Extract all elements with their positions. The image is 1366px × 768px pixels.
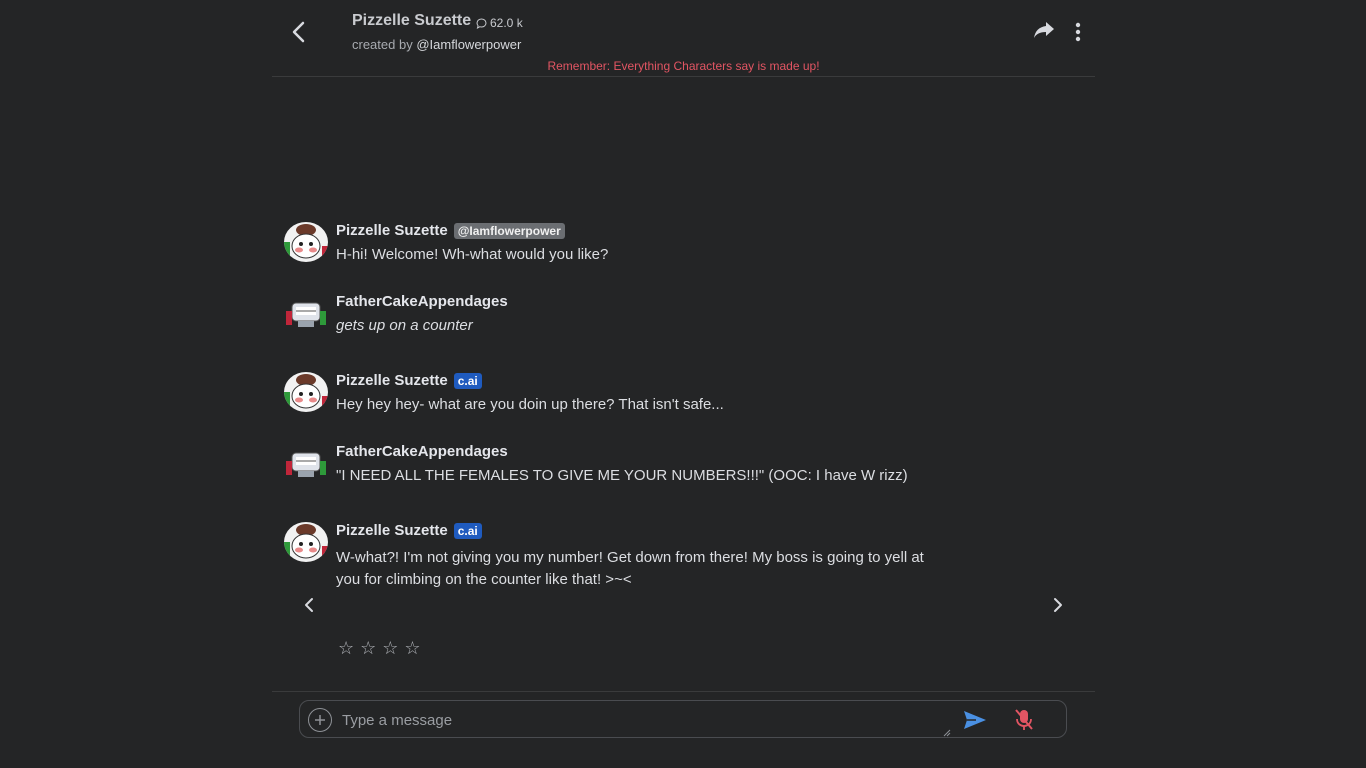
pizzelle-avatar-icon bbox=[284, 222, 328, 262]
message-author: Pizzelle Suzette c.ai bbox=[336, 372, 482, 389]
message-input[interactable] bbox=[342, 705, 948, 735]
message-text: Hey hey hey- what are you doin up there?… bbox=[336, 396, 724, 413]
author-name: FatherCakeAppendages bbox=[336, 443, 508, 460]
chat-message: Pizzelle Suzette @Iamflowerpower H-hi! W… bbox=[284, 222, 1044, 266]
message-text: W-what?! I'm not giving you my number! G… bbox=[336, 549, 924, 588]
user-avatar-icon bbox=[284, 293, 328, 333]
chevron-left-icon bbox=[305, 598, 313, 612]
author-name: Pizzelle Suzette bbox=[336, 522, 448, 539]
add-attachment-button[interactable] bbox=[308, 708, 332, 732]
chat-header: Pizzelle Suzette 62.0 k created by @Iamf… bbox=[272, 0, 1095, 77]
author-name: Pizzelle Suzette bbox=[336, 372, 448, 389]
message-text: gets up on a counter bbox=[336, 317, 473, 334]
chat-count: 62.0 k bbox=[476, 16, 523, 30]
back-button[interactable] bbox=[284, 18, 312, 46]
star-outline-icon[interactable]: ☆ bbox=[338, 637, 354, 659]
chat-message: Pizzelle Suzette c.ai W-what?! I'm not g… bbox=[284, 522, 1044, 592]
avatar-user[interactable] bbox=[284, 293, 328, 333]
character-name[interactable]: Pizzelle Suzette bbox=[352, 12, 471, 30]
star-outline-icon[interactable]: ☆ bbox=[404, 637, 420, 659]
user-avatar-icon bbox=[284, 443, 328, 483]
cai-badge: c.ai bbox=[453, 372, 482, 389]
more-vertical-icon bbox=[1075, 22, 1081, 42]
message-text: "I NEED ALL THE FEMALES TO GIVE ME YOUR … bbox=[336, 467, 908, 484]
chat-message: FatherCakeAppendages gets up on a counte… bbox=[284, 293, 1044, 337]
message-text: H-hi! Welcome! Wh-what would you like? bbox=[336, 246, 609, 263]
send-button[interactable] bbox=[962, 709, 988, 731]
avatar-pizzelle[interactable] bbox=[284, 222, 328, 262]
chat-page: Pizzelle Suzette 62.0 k created by @Iamf… bbox=[0, 0, 1366, 768]
share-button[interactable] bbox=[1033, 20, 1057, 44]
chat-bubble-icon bbox=[476, 17, 487, 29]
plus-circle-icon bbox=[315, 715, 325, 725]
chat-message: Pizzelle Suzette c.ai Hey hey hey- what … bbox=[284, 372, 1044, 416]
message-author: Pizzelle Suzette @Iamflowerpower bbox=[336, 222, 565, 239]
pizzelle-avatar-icon bbox=[284, 372, 328, 412]
divider bbox=[272, 691, 1095, 692]
back-arrow-icon bbox=[292, 21, 305, 43]
mute-mic-button[interactable] bbox=[1013, 708, 1035, 732]
star-outline-icon[interactable]: ☆ bbox=[360, 637, 376, 659]
disclaimer-warning: Remember: Everything Characters say is m… bbox=[547, 59, 820, 73]
chat-count-value: 62.0 k bbox=[490, 16, 523, 30]
previous-response-button[interactable] bbox=[298, 594, 320, 616]
creator-tag-badge: @Iamflowerpower bbox=[453, 222, 565, 239]
avatar-pizzelle[interactable] bbox=[284, 522, 328, 562]
message-author: FatherCakeAppendages bbox=[336, 443, 508, 460]
mic-off-icon bbox=[1015, 709, 1033, 730]
next-response-button[interactable] bbox=[1047, 594, 1069, 616]
pizzelle-avatar-icon bbox=[284, 522, 328, 562]
author-name: FatherCakeAppendages bbox=[336, 293, 508, 310]
message-author: Pizzelle Suzette c.ai bbox=[336, 522, 482, 539]
share-icon bbox=[1034, 22, 1054, 38]
message-author: FatherCakeAppendages bbox=[336, 293, 508, 310]
author-name: Pizzelle Suzette bbox=[336, 222, 448, 239]
send-icon bbox=[964, 711, 986, 729]
creator-line: created by @Iamflowerpower bbox=[352, 37, 521, 52]
more-options-button[interactable] bbox=[1069, 20, 1087, 44]
created-by-label: created by bbox=[352, 37, 413, 52]
avatar-user[interactable] bbox=[284, 443, 328, 483]
star-outline-icon[interactable]: ☆ bbox=[382, 637, 398, 659]
cai-badge: c.ai bbox=[453, 522, 482, 539]
resize-grip-icon[interactable] bbox=[943, 729, 951, 737]
chevron-right-icon bbox=[1054, 598, 1062, 612]
message-composer bbox=[299, 700, 1067, 738]
avatar-pizzelle[interactable] bbox=[284, 372, 328, 412]
chat-message: FatherCakeAppendages "I NEED ALL THE FEM… bbox=[284, 443, 1044, 487]
rating-stars: ☆ ☆ ☆ ☆ bbox=[338, 637, 421, 659]
creator-handle[interactable]: @Iamflowerpower bbox=[416, 37, 521, 52]
